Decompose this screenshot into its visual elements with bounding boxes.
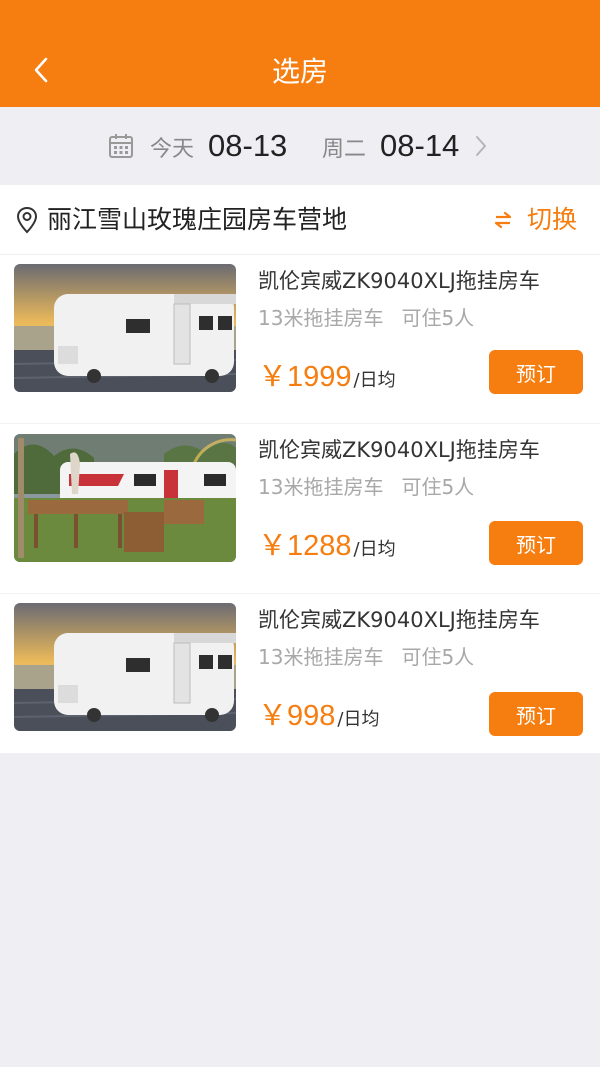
listing-title: 凯伦宾威ZK9040XLJ拖挂房车 xyxy=(258,608,540,632)
map-pin-icon xyxy=(16,206,38,234)
location-bar: 丽江雪山玫瑰庄园房车营地 切换 xyxy=(0,185,600,255)
checkin-label: 今天 xyxy=(150,137,195,162)
swap-arrows-icon xyxy=(494,211,512,229)
price-row: ￥998 /日均 xyxy=(258,692,379,734)
checkout-value: 08-14 xyxy=(380,128,460,163)
checkin-date[interactable]: 今天 08-13 xyxy=(150,128,287,164)
switch-location-button[interactable]: 切换 xyxy=(493,202,577,238)
listing-specs: 13米拖挂房车 可住5人 xyxy=(258,303,474,333)
listing-image[interactable] xyxy=(14,434,236,562)
book-button[interactable]: 预订 xyxy=(489,692,583,736)
list-item[interactable]: 凯伦宾威ZK9040XLJ拖挂房车 13米拖挂房车 可住5人 ￥1288 /日均 … xyxy=(0,425,600,595)
listing-price: ￥1288 xyxy=(258,530,352,562)
listing-capacity: 可住5人 xyxy=(401,645,475,669)
chevron-right-icon[interactable] xyxy=(474,134,488,158)
listing-price: ￥998 xyxy=(258,700,336,732)
listing-title: 凯伦宾威ZK9040XLJ拖挂房车 xyxy=(258,269,540,293)
price-row: ￥1288 /日均 xyxy=(258,522,396,564)
page-title: 选房 xyxy=(271,55,328,88)
listing-specs: 13米拖挂房车 可住5人 xyxy=(258,642,474,672)
list-item[interactable]: 凯伦宾威ZK9040XLJ拖挂房车 13米拖挂房车 可住5人 ￥1999 /日均 … xyxy=(0,255,600,425)
price-unit: /日均 xyxy=(337,709,380,730)
date-selector-bar[interactable] xyxy=(0,107,600,185)
price-unit: /日均 xyxy=(353,539,396,560)
list-item[interactable]: 凯伦宾威ZK9040XLJ拖挂房车 13米拖挂房车 可住5人 ￥998 /日均 预… xyxy=(0,595,600,765)
checkin-value: 08-13 xyxy=(208,128,288,163)
checkout-date[interactable]: 周二 08-14 xyxy=(322,128,459,164)
listing-length: 13米拖挂房车 xyxy=(258,645,384,669)
price-unit: /日均 xyxy=(353,370,396,391)
listing-image[interactable] xyxy=(14,264,236,392)
listing-title: 凯伦宾威ZK9040XLJ拖挂房车 xyxy=(258,438,540,462)
listing-length: 13米拖挂房车 xyxy=(258,306,384,330)
calendar-icon xyxy=(109,134,133,158)
listing-specs: 13米拖挂房车 可住5人 xyxy=(258,472,474,502)
price-row: ￥1999 /日均 xyxy=(258,353,396,395)
listing-length: 13米拖挂房车 xyxy=(258,475,384,499)
divider xyxy=(0,423,600,424)
listing-list: 凯伦宾威ZK9040XLJ拖挂房车 13米拖挂房车 可住5人 ￥1999 /日均 … xyxy=(0,255,600,753)
listing-capacity: 可住5人 xyxy=(401,475,475,499)
location-name: 丽江雪山玫瑰庄园房车营地 xyxy=(47,205,348,234)
listing-price: ￥1999 xyxy=(258,361,352,393)
divider xyxy=(0,593,600,594)
book-button[interactable]: 预订 xyxy=(489,350,583,394)
checkout-label: 周二 xyxy=(322,137,367,162)
book-button[interactable]: 预订 xyxy=(489,521,583,565)
switch-label: 切换 xyxy=(527,205,578,234)
listing-capacity: 可住5人 xyxy=(401,306,475,330)
top-navigation-bar: 选房 xyxy=(0,0,600,107)
listing-image[interactable] xyxy=(14,603,236,731)
